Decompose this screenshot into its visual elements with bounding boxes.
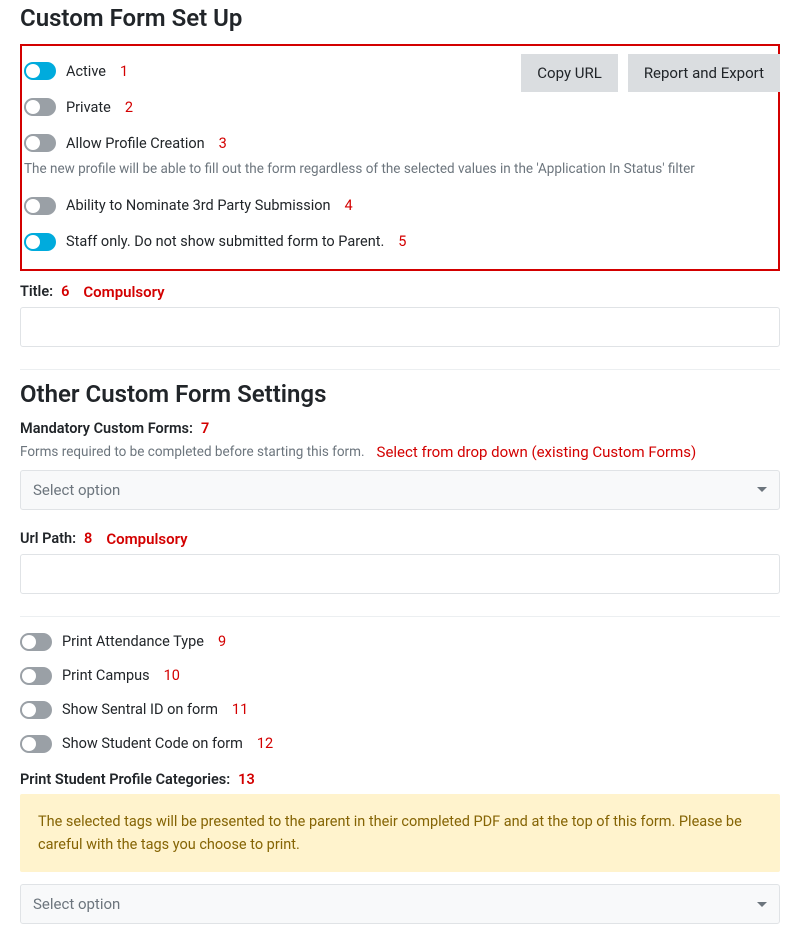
print-categories-label: Print Student Profile Categories: bbox=[20, 771, 230, 788]
toggle-private[interactable] bbox=[24, 98, 56, 116]
toggle-allow-profile-creation[interactable] bbox=[24, 134, 56, 152]
section2-heading: Other Custom Form Settings bbox=[20, 380, 780, 408]
toggle-show-student-code-row: Show Student Code on form 12 bbox=[20, 735, 780, 753]
toggle-print-attendance-row: Print Attendance Type 9 bbox=[20, 633, 780, 651]
url-path-input[interactable] bbox=[20, 554, 780, 594]
annotation-13: 13 bbox=[238, 771, 255, 788]
title-label: Title: bbox=[20, 283, 53, 300]
separator bbox=[20, 369, 780, 370]
chevron-down-icon bbox=[757, 902, 767, 907]
toggle-show-sentral-id[interactable] bbox=[20, 701, 52, 719]
annotation-12: 12 bbox=[257, 735, 273, 752]
mandatory-forms-select[interactable]: Select option bbox=[20, 470, 780, 510]
toggle-show-student-code[interactable] bbox=[20, 735, 52, 753]
title-compulsory-text: Compulsory bbox=[83, 283, 164, 301]
mandatory-forms-help-row: Forms required to be completed before st… bbox=[20, 443, 780, 462]
toggle-allow-profile-label: Allow Profile Creation bbox=[66, 135, 205, 152]
mandatory-forms-help: Forms required to be completed before st… bbox=[20, 443, 365, 462]
url-path-compulsory-text: Compulsory bbox=[106, 530, 187, 548]
print-categories-placeholder: Select option bbox=[33, 895, 120, 913]
toggle-nominate-row: Ability to Nominate 3rd Party Submission… bbox=[24, 197, 768, 215]
annotation-9: 9 bbox=[218, 633, 226, 650]
toggle-print-attendance-label: Print Attendance Type bbox=[62, 633, 204, 650]
top-section: Copy URL Report and Export Active 1 Priv… bbox=[20, 44, 780, 271]
toggle-print-campus[interactable] bbox=[20, 667, 52, 685]
toggle-show-student-code-label: Show Student Code on form bbox=[62, 735, 243, 752]
annotation-7: 7 bbox=[201, 420, 209, 437]
toggle-nominate-3rd-party[interactable] bbox=[24, 197, 56, 215]
toggle-staff-only-label: Staff only. Do not show submitted form t… bbox=[66, 233, 384, 250]
annotation-8: 8 bbox=[84, 530, 92, 547]
print-categories-label-row: Print Student Profile Categories: 13 bbox=[20, 771, 780, 788]
toggle-show-sentral-label: Show Sentral ID on form bbox=[62, 701, 218, 718]
mandatory-forms-label: Mandatory Custom Forms: bbox=[20, 420, 193, 437]
annotation-1: 1 bbox=[120, 63, 128, 80]
toggle-show-sentral-row: Show Sentral ID on form 11 bbox=[20, 701, 780, 719]
annotation-6: 6 bbox=[61, 283, 69, 300]
report-export-button[interactable]: Report and Export bbox=[628, 54, 780, 92]
annotation-3: 3 bbox=[219, 135, 227, 152]
toggle-print-campus-label: Print Campus bbox=[62, 667, 150, 684]
copy-url-button[interactable]: Copy URL bbox=[521, 54, 618, 92]
toggle-active-label: Active bbox=[66, 63, 106, 80]
toggle-print-attendance[interactable] bbox=[20, 633, 52, 651]
mandatory-forms-label-row: Mandatory Custom Forms: 7 bbox=[20, 420, 780, 437]
mandatory-forms-placeholder: Select option bbox=[33, 481, 120, 499]
toggle-private-label: Private bbox=[66, 99, 111, 116]
mandatory-forms-annot-text: Select from drop down (existing Custom F… bbox=[377, 443, 697, 461]
title-label-row: Title: 6 Compulsory bbox=[20, 283, 780, 301]
print-categories-select[interactable]: Select option bbox=[20, 884, 780, 924]
chevron-down-icon bbox=[757, 487, 767, 492]
toggle-staff-only[interactable] bbox=[24, 233, 56, 251]
toggle-print-campus-row: Print Campus 10 bbox=[20, 667, 780, 685]
url-path-label: Url Path: bbox=[20, 530, 76, 547]
toggle-staff-only-row: Staff only. Do not show submitted form t… bbox=[24, 233, 768, 251]
section2-toggles: Print Attendance Type 9 Print Campus 10 … bbox=[20, 633, 780, 753]
separator-2 bbox=[20, 616, 780, 617]
toggle-private-row: Private 2 bbox=[24, 98, 768, 116]
toggle-allow-profile-row: Allow Profile Creation 3 bbox=[24, 134, 768, 152]
page-heading: Custom Form Set Up bbox=[20, 4, 780, 32]
title-input[interactable] bbox=[20, 307, 780, 347]
action-buttons: Copy URL Report and Export bbox=[521, 54, 780, 92]
annotation-11: 11 bbox=[232, 701, 248, 718]
annotation-10: 10 bbox=[164, 667, 180, 684]
toggle-nominate-label: Ability to Nominate 3rd Party Submission bbox=[66, 197, 331, 214]
url-path-label-row: Url Path: 8 Compulsory bbox=[20, 530, 780, 548]
annotation-4: 4 bbox=[345, 197, 353, 214]
print-categories-info-banner: The selected tags will be presented to t… bbox=[20, 794, 780, 872]
annotation-5: 5 bbox=[398, 233, 406, 250]
allow-profile-help-text: The new profile will be able to fill out… bbox=[24, 160, 768, 179]
toggle-active[interactable] bbox=[24, 62, 56, 80]
annotation-2: 2 bbox=[125, 99, 133, 116]
